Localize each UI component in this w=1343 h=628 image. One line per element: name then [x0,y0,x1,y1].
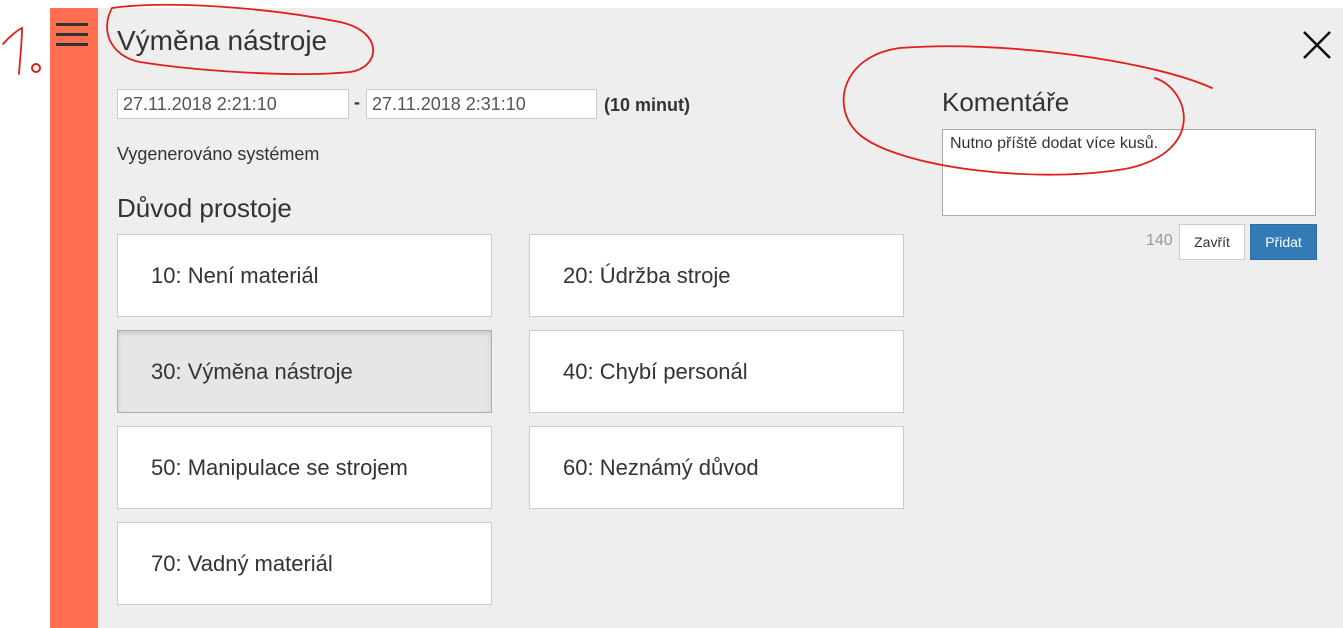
date-separator: - [354,92,360,112]
start-time-input[interactable] [117,89,349,119]
reason-label: 40: Chybí personál [563,358,748,384]
comment-textarea[interactable]: Nutno příště dodat více kusů. [942,129,1316,216]
reason-option[interactable]: 60: Neznámý důvod [529,426,904,509]
reason-option[interactable]: 20: Údržba stroje [529,234,904,317]
char-counter: 140 [1146,232,1173,249]
annotation-number-stroke [2,26,23,75]
duration-label: (10 minut) [604,95,691,115]
reason-option[interactable]: 70: Vadný materiál [117,522,492,605]
comments-title: Komentáře [942,87,1070,117]
close-icon[interactable] [1300,28,1334,62]
reason-label: 20: Údržba stroje [563,262,731,288]
reason-label: 10: Není materiál [151,262,319,288]
end-time-input[interactable] [366,89,597,119]
reason-label: 30: Výměna nástroje [151,358,353,384]
annotation-dot [31,63,41,73]
reason-label: 70: Vadný materiál [151,550,333,576]
reason-label: 50: Manipulace se strojem [151,454,408,480]
generated-note: Vygenerováno systémem [117,144,320,164]
reason-label: 60: Neznámý důvod [563,454,759,480]
hamburger-menu-icon[interactable] [56,22,88,48]
close-comment-button[interactable]: Zavřít [1179,224,1245,260]
reason-option[interactable]: 50: Manipulace se strojem [117,426,492,509]
reasons-title: Důvod prostoje [117,193,292,223]
reason-option-selected[interactable]: 30: Výměna nástroje [117,330,492,413]
sidebar-accent-bar [50,8,98,628]
page-title: Výměna nástroje [117,25,328,56]
reason-option[interactable]: 40: Chybí personál [529,330,904,413]
reason-option[interactable]: 10: Není materiál [117,234,492,317]
add-comment-button[interactable]: Přidat [1250,224,1317,260]
